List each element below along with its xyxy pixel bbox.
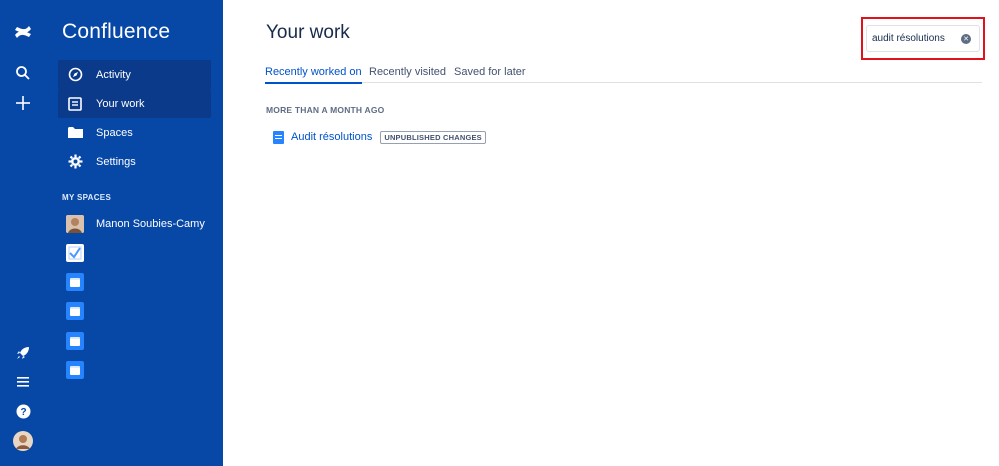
space-icon xyxy=(66,332,84,350)
app-title: Confluence xyxy=(62,20,171,43)
sidebar-item-label: Spaces xyxy=(96,126,133,139)
space-item-label: Manon Soubies-Camy xyxy=(96,218,205,230)
rocket-icon[interactable] xyxy=(8,338,38,368)
folder-icon xyxy=(67,125,83,141)
tab-recently-visited[interactable]: Recently visited xyxy=(369,66,446,82)
menu-icon[interactable] xyxy=(8,367,38,397)
group-heading: MORE THAN A MONTH AGO xyxy=(266,105,385,115)
sidebar-item-label: Settings xyxy=(96,155,136,168)
tab-recently-worked-on[interactable]: Recently worked on xyxy=(265,66,362,84)
sidebar-item-label: Activity xyxy=(96,68,131,81)
my-spaces-heading: MY SPACES xyxy=(62,193,112,202)
sidebar-item-label: Your work xyxy=(96,97,145,110)
compass-icon xyxy=(67,67,83,83)
page-link[interactable]: Audit résolutions xyxy=(291,131,372,143)
space-icon xyxy=(66,273,84,291)
user-avatar[interactable] xyxy=(8,426,38,456)
space-icon xyxy=(66,361,84,379)
clear-search-icon[interactable]: ✕ xyxy=(961,34,971,44)
space-item-manon[interactable]: Manon Soubies-Camy xyxy=(66,214,205,234)
create-plus-icon[interactable] xyxy=(8,88,38,118)
sidebar-item-your-work[interactable]: Your work xyxy=(58,89,211,118)
document-icon xyxy=(67,96,83,112)
space-item-checklist[interactable] xyxy=(66,243,96,263)
search-input[interactable]: audit résolutions ✕ xyxy=(866,25,980,52)
sidebar-item-settings[interactable]: Settings xyxy=(58,147,211,176)
global-navigation-rail: ? xyxy=(0,0,46,466)
space-item[interactable] xyxy=(66,360,96,380)
sidebar-item-activity[interactable]: Activity xyxy=(58,60,211,89)
svg-text:?: ? xyxy=(20,407,26,418)
status-badge: UNPUBLISHED CHANGES xyxy=(380,130,486,144)
space-item[interactable] xyxy=(66,331,96,351)
search-input-value: audit résolutions xyxy=(872,33,945,44)
main-content: Your work audit résolutions ✕ Recently w… xyxy=(223,0,999,466)
sidebar: Confluence Activity Your work Spaces Set… xyxy=(46,0,223,466)
sidebar-item-spaces[interactable]: Spaces xyxy=(58,118,211,147)
page-icon xyxy=(273,130,284,144)
confluence-logo-icon[interactable] xyxy=(8,17,38,47)
tab-bar: Recently worked on Recently visited Save… xyxy=(265,62,982,84)
list-item[interactable]: Audit résolutions UNPUBLISHED CHANGES xyxy=(273,129,486,145)
space-icon xyxy=(66,302,84,320)
tab-saved-for-later[interactable]: Saved for later xyxy=(454,66,526,82)
gear-icon xyxy=(67,154,83,170)
checklist-space-icon xyxy=(66,244,84,262)
person-avatar xyxy=(66,215,84,233)
page-title: Your work xyxy=(266,22,350,43)
space-item[interactable] xyxy=(66,272,96,292)
search-icon[interactable] xyxy=(8,58,38,88)
help-icon[interactable]: ? xyxy=(8,396,38,426)
space-item[interactable] xyxy=(66,301,96,321)
